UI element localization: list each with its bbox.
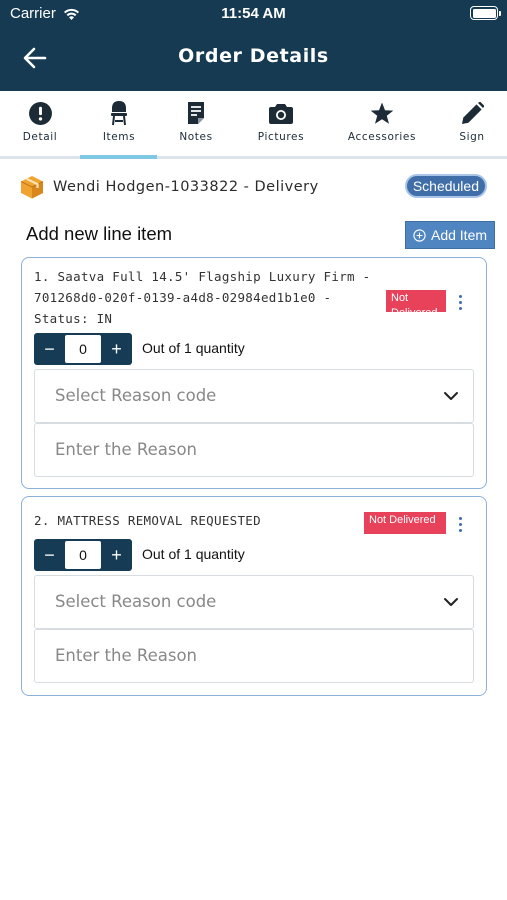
add-item-button[interactable]: Add Item: [405, 221, 495, 249]
reason-code-placeholder: Select Reason code: [55, 386, 217, 405]
more-options-icon[interactable]: [452, 513, 468, 535]
quantity-label: Out of 1 quantity: [142, 546, 245, 562]
status-tag: Not Delivered: [386, 290, 446, 312]
tab-detail[interactable]: Detail: [12, 91, 68, 156]
customer-name: Wendi Hodgen-1033822 - Delivery: [53, 179, 319, 195]
increment-button[interactable]: +: [101, 539, 132, 571]
tab-label: Sign: [459, 131, 485, 143]
tab-pictures[interactable]: Pictures: [252, 91, 310, 156]
status-bar: Carrier 11:54 AM: [0, 0, 507, 28]
tab-bar: Detail Items Notes Pictures Accessories …: [0, 91, 507, 159]
tab-accessories[interactable]: Accessories: [345, 91, 419, 156]
chevron-down-icon: [444, 392, 458, 400]
notes-icon: [188, 102, 204, 124]
chevron-down-icon: [444, 598, 458, 606]
page-title: Order Details: [178, 45, 329, 67]
add-item-label: Add Item: [430, 227, 488, 243]
quantity-label: Out of 1 quantity: [142, 340, 245, 356]
alert-circle-icon: [28, 101, 52, 125]
quantity-value[interactable]: 0: [65, 335, 101, 363]
tab-notes[interactable]: Notes: [170, 91, 222, 156]
active-tab-indicator: [80, 155, 157, 159]
star-icon: [370, 102, 394, 124]
reason-code-placeholder: Select Reason code: [55, 592, 217, 611]
tab-items[interactable]: Items: [88, 91, 150, 156]
more-options-icon[interactable]: [452, 291, 468, 313]
line-item-description: 1. Saatva Full 14.5' Flagship Luxury Fir…: [34, 269, 371, 326]
increment-button[interactable]: +: [101, 333, 132, 365]
tab-label: Pictures: [257, 131, 305, 143]
section-title: Add new line item: [26, 223, 173, 244]
quantity-value[interactable]: 0: [65, 541, 101, 569]
line-item-card: 2. MATTRESS REMOVAL REQUESTED Not Delive…: [21, 496, 487, 696]
status-badge: Scheduled: [404, 174, 487, 198]
tab-label: Notes: [179, 131, 213, 143]
tab-label: Accessories: [347, 131, 417, 143]
plus-circle-icon: [413, 228, 426, 242]
clock: 11:54 AM: [221, 5, 286, 22]
app-header: Carrier 11:54 AM Order Details: [0, 0, 507, 91]
tab-label: Items: [102, 131, 136, 143]
reason-placeholder: Enter the Reason: [55, 646, 197, 665]
tab-sign[interactable]: Sign: [452, 91, 492, 156]
battery-icon: [470, 6, 501, 20]
line-item-card: 1. Saatva Full 14.5' Flagship Luxury Fir…: [21, 257, 487, 489]
quantity-stepper: − 0 +: [34, 539, 132, 571]
package-icon: [20, 176, 44, 199]
reason-code-select[interactable]: Select Reason code: [34, 575, 474, 629]
decrement-button[interactable]: −: [34, 539, 65, 571]
line-item-description: 2. MATTRESS REMOVAL REQUESTED: [34, 513, 261, 528]
reason-placeholder: Enter the Reason: [55, 440, 197, 459]
decrement-button[interactable]: −: [34, 333, 65, 365]
status-tag: Not Delivered: [364, 512, 446, 534]
tab-label: Detail: [22, 131, 58, 143]
pencil-icon: [461, 101, 484, 124]
reason-input[interactable]: Enter the Reason: [34, 629, 474, 683]
camera-icon: [269, 103, 293, 124]
chair-icon: [111, 101, 127, 126]
quantity-stepper: − 0 +: [34, 333, 132, 365]
reason-code-select[interactable]: Select Reason code: [34, 369, 474, 423]
reason-input[interactable]: Enter the Reason: [34, 423, 474, 477]
customer-row: Wendi Hodgen-1033822 - Delivery Schedule…: [20, 174, 487, 200]
